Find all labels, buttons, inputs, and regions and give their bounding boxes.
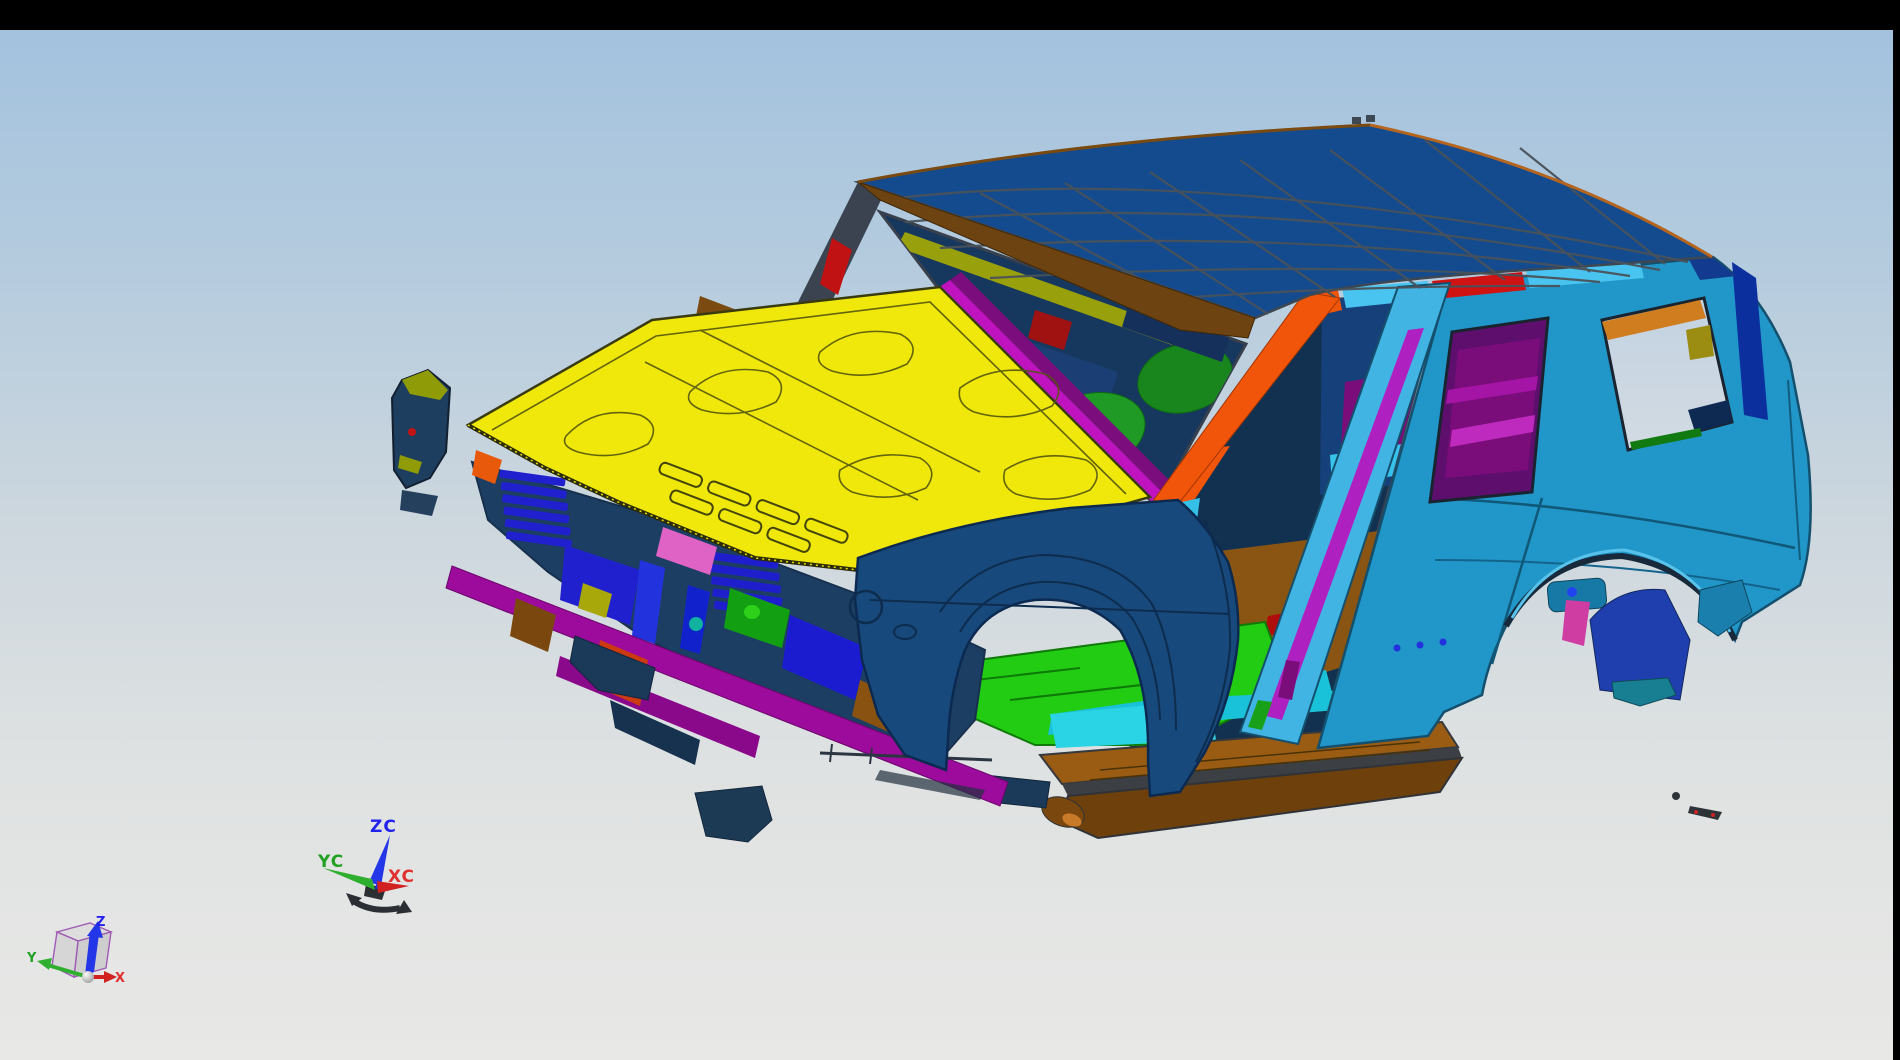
cad-application-window: ZC YC XC Z Y X bbox=[0, 0, 1900, 1060]
wheelhouse-trim bbox=[1562, 600, 1590, 646]
wcs-x-label: XC bbox=[388, 867, 415, 887]
rear-interior-trim[interactable] bbox=[1445, 338, 1540, 478]
debris-bracket bbox=[1688, 806, 1722, 820]
weld-dot bbox=[1440, 639, 1447, 646]
debris-dot bbox=[1711, 813, 1715, 817]
wcs-rotate-handle[interactable] bbox=[352, 900, 400, 910]
wcs-triad[interactable]: ZC YC XC bbox=[317, 817, 415, 914]
debris-dot bbox=[1694, 810, 1698, 814]
mud-flap[interactable] bbox=[1612, 678, 1676, 706]
weld-dot bbox=[1394, 645, 1401, 652]
rear-corner-flap[interactable] bbox=[1698, 580, 1752, 636]
wcs-z-label: ZC bbox=[370, 817, 397, 837]
datum-x-label: X bbox=[115, 971, 126, 986]
datum-y-label: Y bbox=[26, 951, 37, 966]
hose-fitting bbox=[689, 617, 703, 631]
window-clip bbox=[1686, 325, 1714, 360]
front-fender[interactable] bbox=[855, 500, 1238, 796]
debris-bolt bbox=[1672, 792, 1680, 800]
suv-body-model[interactable] bbox=[392, 115, 1811, 842]
engine-detail bbox=[744, 605, 760, 619]
datum-y-arrowhead bbox=[37, 958, 52, 970]
roof-fitting bbox=[1352, 117, 1361, 124]
datum-z-label: Z bbox=[96, 915, 106, 930]
front-flap[interactable] bbox=[695, 786, 772, 842]
model-canvas[interactable]: ZC YC XC Z Y X bbox=[0, 0, 1900, 1060]
datum-csys[interactable]: Z Y X bbox=[26, 915, 126, 986]
roof-fitting bbox=[1366, 115, 1375, 122]
door-handle-pin bbox=[1567, 587, 1577, 597]
blade-bolt bbox=[408, 428, 416, 436]
weld-dot bbox=[1417, 642, 1424, 649]
wcs-y-label: YC bbox=[317, 852, 344, 872]
datum-origin-sphere[interactable] bbox=[82, 971, 94, 983]
blade-lower-bit bbox=[400, 490, 438, 516]
